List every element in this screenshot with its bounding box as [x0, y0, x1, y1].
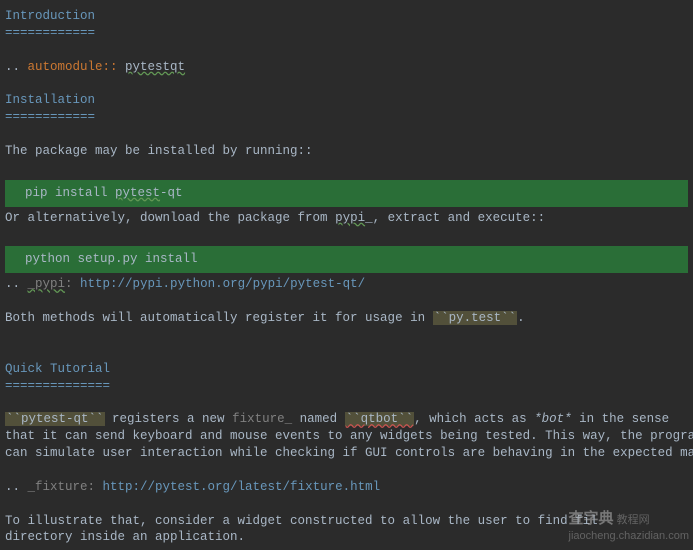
automodule-directive: .. automodule:: pytestqt [5, 59, 688, 76]
pypi-url: http://pypi.python.org/pypi/pytest-qt/ [80, 277, 365, 291]
directive-keyword: automodule:: [28, 60, 118, 74]
alternative-text: Or alternatively, download the package f… [5, 210, 688, 227]
section-underline: ============== [5, 379, 110, 393]
code-block-pip-install: pip install pytest-qt [5, 180, 688, 207]
fixture-link-def: .. _fixture: http://pytest.org/latest/fi… [5, 479, 688, 496]
section-title-introduction: Introduction [5, 9, 95, 23]
directive-target: pytestqt [125, 60, 185, 74]
section-title-tutorial: Quick Tutorial [5, 362, 110, 376]
pytestqt-literal: ``pytest-qt`` [5, 412, 105, 426]
pypi-link-def: .. _pypi: http://pypi.python.org/pypi/py… [5, 276, 688, 293]
both-methods-text: Both methods will automatically register… [5, 310, 688, 327]
pypi-link-ref: pypi [335, 211, 365, 225]
section-underline: ============ [5, 110, 95, 124]
watermark: 查字典 教程网 jiaocheng.chazidian.com [569, 509, 689, 544]
tutorial-para-line1: ``pytest-qt`` registers a new fixture_ n… [5, 411, 688, 428]
bot-emphasis: *bot* [534, 412, 572, 426]
pytest-literal: ``py.test`` [433, 311, 518, 325]
fixture-ref: fixture [232, 412, 285, 426]
section-underline: ============ [5, 26, 95, 40]
install-text: The package may be installed by running:… [5, 143, 688, 160]
fixture-url: http://pytest.org/latest/fixture.html [103, 480, 381, 494]
tutorial-para-line3: can simulate user interaction while chec… [5, 445, 688, 462]
qtbot-literal: ``qtbot`` [345, 412, 415, 426]
code-block-setup-install: python setup.py install [5, 246, 688, 273]
section-title-installation: Installation [5, 93, 95, 107]
tutorial-para-line2: that it can send keyboard and mouse even… [5, 428, 688, 445]
